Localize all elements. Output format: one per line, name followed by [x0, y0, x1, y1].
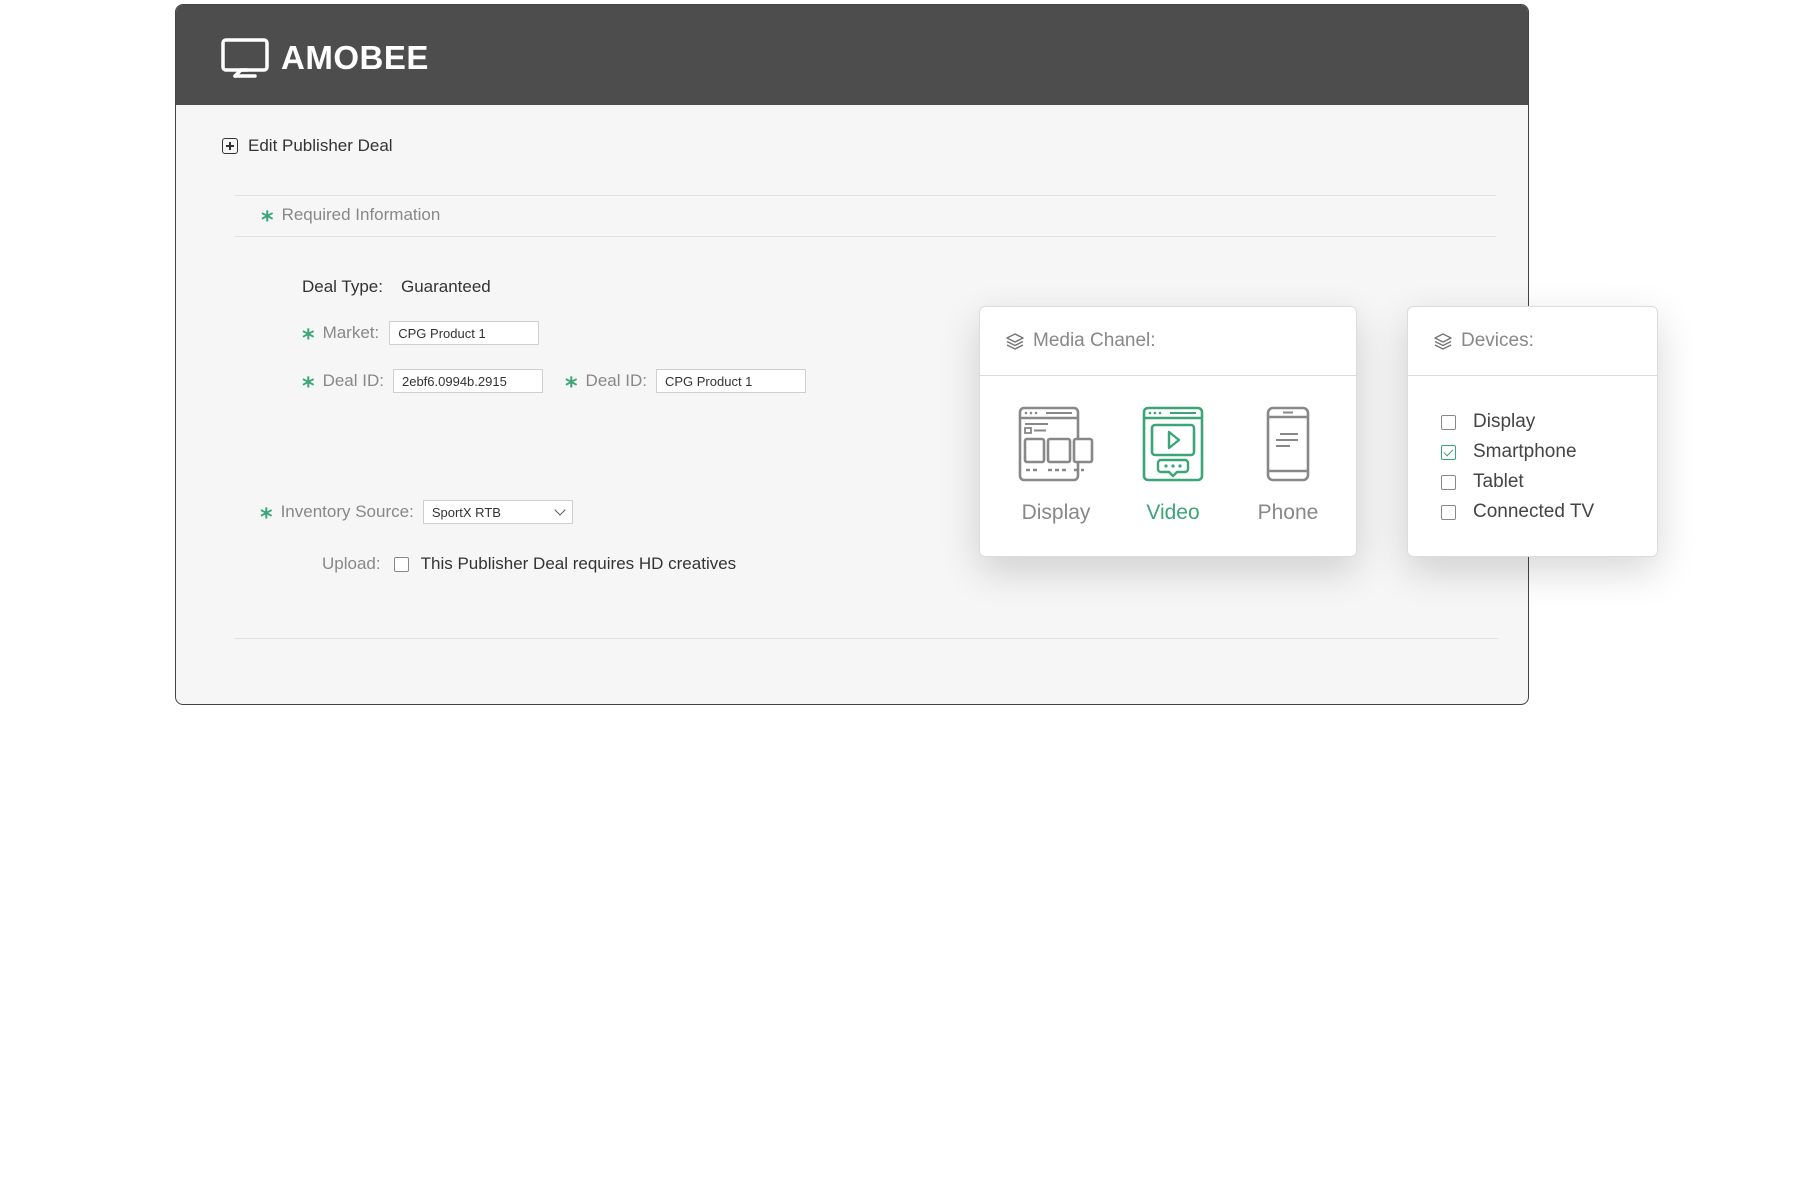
inventory-source-select[interactable]: SportX RTB	[422, 500, 573, 524]
inventory-source-label: Inventory Source:	[280, 502, 414, 521]
divider-top	[234, 195, 1496, 196]
required-asterisk-icon: *	[260, 503, 273, 531]
media-option-video[interactable]: Video	[1118, 406, 1228, 525]
page-title[interactable]: Edit Publisher Deal	[222, 136, 393, 156]
inventory-source-row: * Inventory Source: SportX RTB	[260, 500, 573, 529]
page-title-text: Edit Publisher Deal	[248, 136, 393, 155]
deal-type-row: Deal Type: Guaranteed	[302, 277, 491, 297]
media-option-label: Video	[1146, 501, 1200, 524]
deal-id-label: Deal ID:	[322, 371, 384, 390]
chevron-down-icon	[554, 504, 566, 516]
plus-square-icon	[222, 138, 238, 154]
section-header: * Required Information	[261, 203, 441, 232]
required-asterisk-icon: *	[564, 372, 578, 400]
deal-id-input[interactable]: 2ebf6.0994b.2915	[392, 369, 543, 393]
device-checkbox[interactable]	[1441, 414, 1456, 430]
devices-list: Display Smartphone Tablet Connected TV	[1441, 407, 1594, 527]
hd-creatives-checkbox[interactable]	[393, 556, 409, 572]
device-label: Connected TV	[1473, 501, 1595, 522]
media-option-phone[interactable]: Phone	[1233, 406, 1343, 525]
required-asterisk-icon: *	[302, 372, 315, 400]
deal-id-secondary-label: Deal ID:	[585, 371, 647, 390]
brand-name: AMOBEE	[281, 38, 429, 76]
market-row: * Market: CPG Product 1	[302, 321, 540, 350]
device-label: Display	[1473, 411, 1536, 432]
layers-icon	[1006, 333, 1024, 350]
media-channel-title: Media Chanel:	[1033, 330, 1156, 351]
device-item-connected-tv[interactable]: Connected TV	[1441, 497, 1594, 527]
market-input[interactable]: CPG Product 1	[389, 321, 540, 345]
device-item-display[interactable]: Display	[1441, 407, 1594, 437]
device-checkbox[interactable]	[1441, 444, 1456, 460]
device-label: Tablet	[1473, 471, 1524, 492]
divider-section	[234, 236, 1496, 237]
deal-type-value: Guaranteed	[400, 277, 491, 296]
media-channel-card: Media Chanel: Display Video Phone	[979, 306, 1357, 557]
required-asterisk-icon: *	[302, 324, 315, 352]
inventory-source-value: SportX RTB	[431, 504, 501, 520]
device-label: Smartphone	[1473, 441, 1577, 462]
devices-header: Devices:	[1408, 307, 1657, 376]
divider-bottom	[234, 638, 1498, 639]
market-label: Market:	[322, 323, 380, 342]
brand-logo[interactable]: AMOBEE	[221, 35, 429, 80]
device-item-smartphone[interactable]: Smartphone	[1441, 437, 1594, 467]
app-header: AMOBEE	[176, 5, 1528, 105]
device-item-tablet[interactable]: Tablet	[1441, 467, 1594, 497]
phone-icon	[1266, 406, 1310, 482]
display-icon	[1018, 406, 1094, 482]
layers-icon	[1434, 333, 1452, 350]
devices-card: Devices: Display Smartphone Tablet Conne…	[1407, 306, 1658, 557]
monitor-logo-icon	[221, 37, 269, 78]
hd-creatives-label: This Publisher Deal requires HD creative…	[420, 554, 737, 573]
deal-id-secondary-input[interactable]: CPG Product 1	[655, 369, 806, 393]
upload-row: Upload: This Publisher Deal requires HD …	[322, 554, 736, 574]
section-title: Required Information	[281, 205, 441, 224]
upload-label: Upload:	[322, 554, 381, 573]
media-option-display[interactable]: Display	[1001, 406, 1111, 525]
devices-title: Devices:	[1461, 330, 1534, 351]
media-option-label: Display	[1021, 501, 1091, 524]
media-channel-header: Media Chanel:	[980, 307, 1356, 376]
video-icon	[1142, 406, 1204, 482]
deal-type-label: Deal Type:	[302, 277, 383, 296]
media-option-label: Phone	[1257, 501, 1319, 524]
device-checkbox[interactable]	[1441, 474, 1456, 490]
device-checkbox[interactable]	[1441, 504, 1456, 520]
required-asterisk-icon: *	[261, 206, 274, 234]
deal-id-row: * Deal ID: 2ebf6.0994b.2915 * Deal ID: C…	[302, 369, 806, 398]
